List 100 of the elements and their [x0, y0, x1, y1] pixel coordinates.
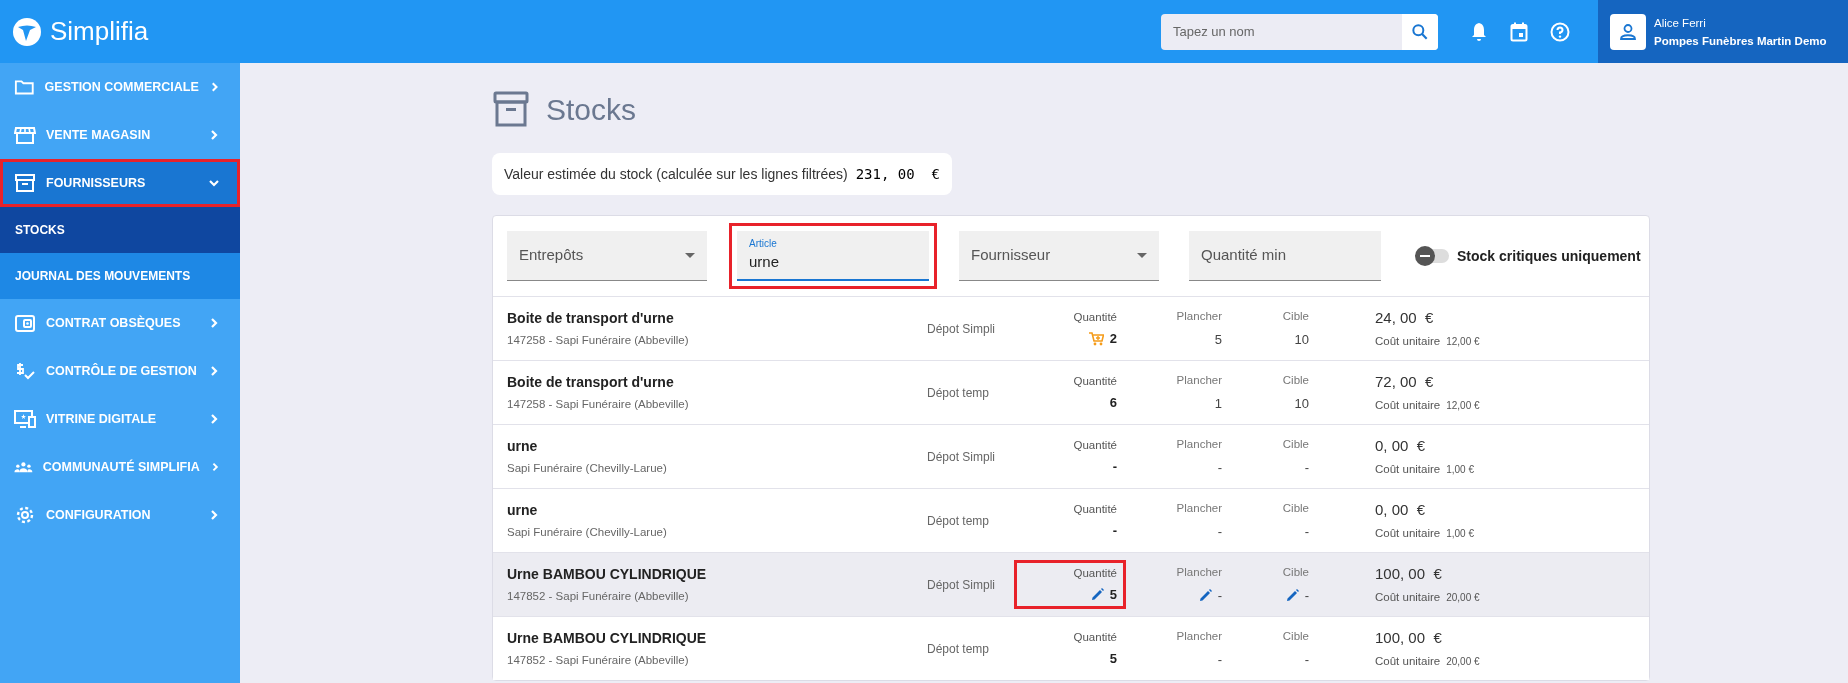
- target-value: 10: [1294, 394, 1309, 413]
- floor-value: -: [1217, 650, 1222, 669]
- chevron-right-icon: [208, 413, 220, 425]
- target-value: -: [1304, 458, 1309, 477]
- stock-value-label: Valeur estimée du stock (calculée sur les lignes filtrées): [504, 164, 848, 184]
- user-name: Alice Ferri: [1654, 15, 1707, 31]
- sidebar-subitem[interactable]: STOCKS: [0, 207, 240, 253]
- stock-value: 231, 00 €: [855, 164, 940, 184]
- gear-icon: [14, 504, 36, 526]
- dropdown-arrow-icon: [685, 252, 695, 259]
- text-field[interactable]: Article urne: [737, 231, 929, 281]
- quantity-value: 2: [1109, 329, 1117, 348]
- chevron-right-icon: [208, 509, 220, 521]
- chevron-right-icon: [208, 317, 220, 329]
- floor-value: 5: [1214, 330, 1222, 349]
- depot-name: Dépot Simpli: [927, 576, 997, 594]
- text-field[interactable]: Quantité min: [1189, 231, 1381, 281]
- unit-cost-label: Coût unitaire: [1375, 654, 1441, 670]
- target-value: -: [1304, 650, 1309, 669]
- quantity-cell: Quantité 5: [1017, 562, 1123, 607]
- quantity-value: -: [1112, 457, 1117, 476]
- page-title: Stocks: [546, 91, 637, 128]
- dropdown-arrow-icon: [1137, 252, 1147, 259]
- floor-label: Plancher: [1176, 500, 1222, 516]
- wallet-icon: [14, 312, 36, 334]
- unit-cost-value: 20,00 €: [1446, 591, 1480, 606]
- sidebar-subitem[interactable]: JOURNAL DES MOUVEMENTS: [0, 253, 240, 299]
- floor-value: -: [1217, 522, 1222, 541]
- unit-cost-label: Coût unitaire: [1375, 526, 1441, 542]
- quantity-cell: Quantité -: [1017, 498, 1123, 543]
- depot-name: Dépot temp: [927, 384, 991, 402]
- table-row[interactable]: Urne BAMBOU CYLINDRIQUE 147852 - Sapi Funéraire (Abbeville) Dépot temp Quantité 5 Plancher - Cible - 100, 00 € Coût unitaire 20,00 €: [493, 616, 1649, 680]
- sidebar-item[interactable]: FOURNISSEURS: [0, 159, 240, 207]
- logo-text: Simplifia: [50, 15, 149, 48]
- dollar-check-icon: [14, 360, 36, 382]
- article-supplier: Sapi Funéraire (Chevilly-Larue): [507, 524, 668, 540]
- search-icon: [1410, 21, 1430, 42]
- article-supplier: 147852 - Sapi Funéraire (Abbeville): [507, 588, 690, 604]
- pencil-icon[interactable]: [1285, 589, 1299, 603]
- quantity-value: 5: [1109, 649, 1117, 668]
- quantity-value: 6: [1109, 393, 1117, 412]
- store-icon: [14, 124, 36, 146]
- dropdown-field[interactable]: Fournisseur: [959, 231, 1159, 281]
- article-name: urne: [507, 500, 539, 520]
- search-input[interactable]: Tapez un nom: [1173, 21, 1402, 42]
- target-label: Cible: [1282, 500, 1309, 516]
- article-name: urne: [507, 436, 539, 456]
- company-name: Pompes Funèbres Martin Demo: [1654, 33, 1827, 49]
- text-input[interactable]: Quantité min: [1201, 244, 1369, 267]
- quantity-value: -: [1112, 521, 1117, 540]
- total-value: 100, 00 €: [1375, 627, 1443, 648]
- search-field[interactable]: Tapez un nom: [1161, 13, 1438, 50]
- user-icon: [1619, 22, 1637, 41]
- target-value: -: [1304, 522, 1309, 541]
- depot-name: Dépot temp: [927, 640, 991, 658]
- article-supplier: 147258 - Sapi Funéraire (Abbeville): [507, 332, 690, 348]
- pencil-icon[interactable]: [1090, 588, 1104, 602]
- chevron-right-icon: [208, 365, 220, 377]
- quantity-cell: Quantité 6: [1017, 370, 1123, 415]
- quantity-value: 5: [1109, 585, 1117, 604]
- unit-cost-value: 1,00 €: [1446, 463, 1475, 478]
- user-menu[interactable]: Alice Ferri Pompes Funèbres Martin Demo: [1598, 0, 1848, 63]
- pencil-icon[interactable]: [1198, 589, 1212, 603]
- toggle-switch[interactable]: [1417, 249, 1449, 263]
- unit-cost-label: Coût unitaire: [1375, 590, 1441, 606]
- floor-label: Plancher: [1176, 436, 1222, 452]
- chevron-right-icon: [208, 129, 220, 141]
- toggle-label: Stock critiques uniquement: [1457, 246, 1641, 266]
- chevron-down-icon: [208, 177, 220, 189]
- target-label: Cible: [1282, 564, 1309, 580]
- text-input[interactable]: urne: [749, 251, 917, 274]
- total-value: 0, 00 €: [1375, 499, 1427, 520]
- logo-icon: [12, 16, 42, 47]
- search-button[interactable]: [1402, 13, 1438, 50]
- bell-icon[interactable]: [1470, 21, 1488, 42]
- calendar-icon[interactable]: [1510, 21, 1528, 42]
- target-label: Cible: [1282, 628, 1309, 644]
- floor-label: Plancher: [1176, 564, 1222, 580]
- article-supplier: Sapi Funéraire (Chevilly-Larue): [507, 460, 668, 476]
- total-value: 0, 00 €: [1375, 435, 1427, 456]
- article-name: Boite de transport d'urne: [507, 372, 675, 392]
- unit-cost-value: 20,00 €: [1446, 655, 1480, 670]
- floor-value: -: [1217, 458, 1222, 477]
- total-value: 100, 00 €: [1375, 563, 1443, 584]
- help-icon[interactable]: [1550, 21, 1570, 42]
- unit-cost-value: 1,00 €: [1446, 527, 1475, 542]
- total-value: 24, 00 €: [1375, 307, 1435, 328]
- table-row[interactable]: Urne BAMBOU CYLINDRIQUE 147852 - Sapi Funéraire (Abbeville) Dépot Simpli Quantité 5 Plancher - Cible - 100, 00 € Coût unitaire 20,00 €: [493, 552, 1649, 616]
- total-value: 72, 00 €: [1375, 371, 1435, 392]
- floor-label: Plancher: [1176, 308, 1222, 324]
- archive-icon: [14, 172, 36, 194]
- dropdown-field[interactable]: Entrepôts: [507, 231, 707, 281]
- target-value: -: [1304, 586, 1309, 605]
- depot-name: Dépot temp: [927, 512, 991, 530]
- target-label: Cible: [1282, 436, 1309, 452]
- depot-name: Dépot Simpli: [927, 320, 997, 338]
- article-name: Urne BAMBOU CYLINDRIQUE: [507, 628, 708, 648]
- floor-label: Plancher: [1176, 628, 1222, 644]
- article-name: Boite de transport d'urne: [507, 308, 675, 328]
- depot-name: Dépot Simpli: [927, 448, 997, 466]
